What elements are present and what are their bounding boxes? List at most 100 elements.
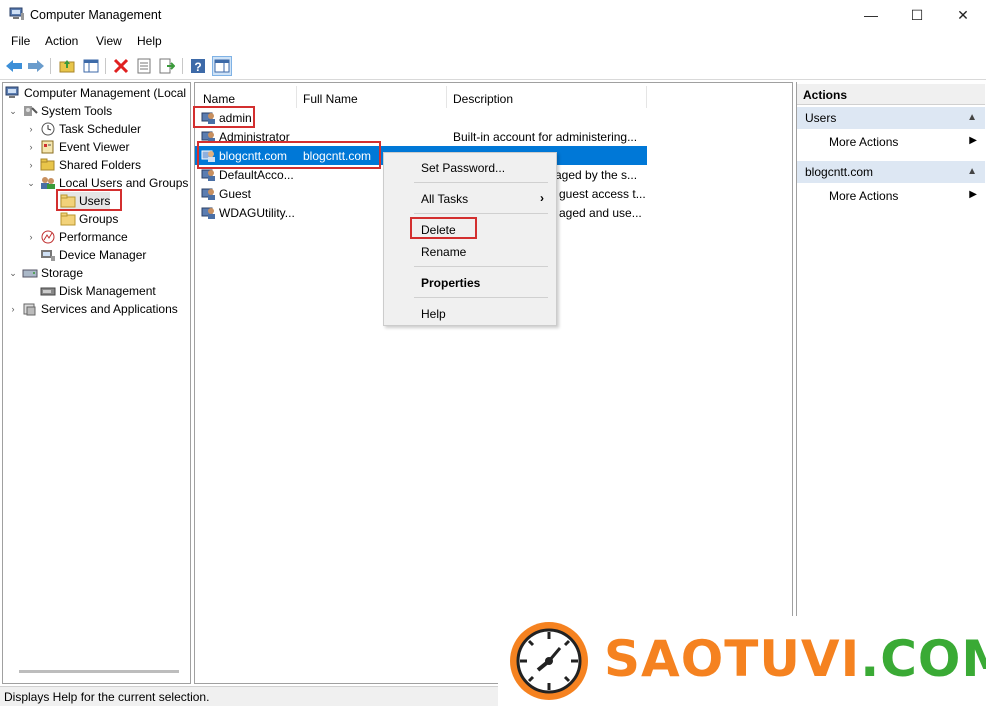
computer-management-icon bbox=[5, 86, 19, 98]
user-description: Built-in account for administering... bbox=[453, 130, 638, 144]
tree-item-storage[interactable]: ⌄ Storage bbox=[7, 264, 83, 282]
more-actions-blogcntt[interactable]: More Actions ▶ bbox=[797, 185, 985, 207]
shared-folder-icon bbox=[40, 158, 55, 171]
back-arrow-icon bbox=[6, 60, 22, 72]
storage-icon bbox=[22, 269, 38, 278]
maximize-button[interactable]: ☐ bbox=[894, 0, 940, 30]
submenu-arrow-icon: ▶ bbox=[969, 135, 977, 146]
actions-pane: Actions Users ▲ More Actions ▶ blogcntt.… bbox=[796, 82, 986, 616]
tree-item-groups[interactable]: Groups bbox=[60, 210, 118, 228]
svg-text:?: ? bbox=[194, 60, 201, 74]
toolbar-separator bbox=[105, 58, 106, 74]
export-list-button[interactable] bbox=[157, 56, 177, 76]
tree-item-task-scheduler[interactable]: › Task Scheduler bbox=[25, 120, 142, 138]
actions-section-users[interactable]: Users ▲ bbox=[797, 107, 985, 129]
toolbar: ? bbox=[0, 52, 986, 80]
clock-icon bbox=[41, 122, 55, 136]
tree-item-system-tools[interactable]: ⌄ System Tools bbox=[7, 102, 112, 120]
table-row[interactable]: admin bbox=[195, 108, 647, 127]
show-hide-action-pane-button[interactable] bbox=[212, 56, 232, 76]
chevron-right-icon[interactable]: › bbox=[25, 160, 37, 170]
user-description: guest access t... bbox=[559, 187, 646, 201]
user-name: Guest bbox=[219, 187, 252, 201]
console-tree[interactable]: Computer Management (Local ⌄ System Tool… bbox=[2, 82, 191, 684]
menu-item-label: Properties bbox=[421, 276, 481, 290]
tree-item-label: Performance bbox=[59, 230, 128, 244]
tree-item-disk-management[interactable]: Disk Management bbox=[40, 282, 156, 300]
chevron-right-icon[interactable]: › bbox=[7, 304, 19, 314]
menu-separator bbox=[414, 213, 548, 214]
menu-item-rename[interactable]: Rename bbox=[384, 241, 556, 261]
chevron-right-icon: › bbox=[540, 191, 544, 205]
menu-bar: File Action View Help bbox=[0, 30, 986, 52]
column-header-description[interactable]: Description bbox=[445, 86, 647, 108]
menu-file[interactable]: File bbox=[11, 34, 30, 48]
tree-item-device-manager[interactable]: Device Manager bbox=[40, 246, 146, 264]
actions-section-blogcntt[interactable]: blogcntt.com ▲ bbox=[797, 161, 985, 183]
menu-item-help[interactable]: Help bbox=[384, 303, 556, 323]
help-toolbar-button[interactable]: ? bbox=[188, 56, 208, 76]
up-one-level-button[interactable] bbox=[57, 56, 77, 76]
tree-item-label: System Tools bbox=[41, 104, 113, 118]
horizontal-scrollbar[interactable] bbox=[19, 670, 179, 673]
system-tools-icon bbox=[24, 106, 38, 116]
user-name: DefaultAcco... bbox=[219, 168, 294, 182]
chevron-right-icon[interactable]: › bbox=[25, 142, 37, 152]
more-actions-label: More Actions bbox=[829, 135, 899, 149]
chevron-down-icon[interactable]: ⌄ bbox=[7, 106, 19, 117]
toolbar-separator bbox=[182, 58, 183, 74]
tree-item-label: Storage bbox=[41, 266, 84, 280]
tree-item-shared-folders[interactable]: › Shared Folders bbox=[25, 156, 142, 174]
menu-help[interactable]: Help bbox=[137, 34, 162, 48]
collapse-icon[interactable]: ▲ bbox=[967, 166, 977, 177]
menu-item-all-tasks[interactable]: All Tasks › bbox=[384, 188, 556, 208]
more-actions-label: More Actions bbox=[829, 189, 899, 203]
computer-management-icon bbox=[9, 7, 24, 20]
menu-action[interactable]: Action bbox=[45, 34, 78, 48]
chevron-right-icon[interactable]: › bbox=[25, 124, 37, 134]
minimize-button[interactable]: — bbox=[848, 0, 894, 30]
disk-icon bbox=[40, 287, 56, 296]
submenu-arrow-icon: ▶ bbox=[969, 189, 977, 200]
tree-item-computer-management[interactable]: Computer Management (Local bbox=[5, 84, 186, 102]
tree-item-event-viewer[interactable]: › Event Viewer bbox=[25, 138, 130, 156]
show-hide-console-tree-button[interactable] bbox=[81, 56, 101, 76]
menu-separator bbox=[414, 297, 548, 298]
column-header-full-name[interactable]: Full Name bbox=[295, 86, 447, 108]
user-description: aged by the s... bbox=[555, 168, 638, 182]
close-button[interactable]: ✕ bbox=[940, 0, 986, 30]
event-viewer-icon bbox=[41, 140, 54, 154]
forward-arrow-icon bbox=[28, 60, 44, 72]
title-bar: Computer Management — ☐ ✕ bbox=[0, 0, 986, 30]
menu-item-label: Help bbox=[421, 307, 446, 321]
maximize-icon: ☐ bbox=[910, 6, 924, 23]
show-hide-tree-icon bbox=[83, 59, 99, 73]
chevron-down-icon[interactable]: ⌄ bbox=[25, 178, 37, 189]
user-icon bbox=[201, 169, 215, 181]
forward-button[interactable] bbox=[26, 56, 46, 76]
more-actions-users[interactable]: More Actions ▶ bbox=[797, 131, 985, 153]
delete-toolbar-button[interactable] bbox=[111, 56, 131, 76]
chevron-right-icon[interactable]: › bbox=[25, 232, 37, 242]
menu-item-properties[interactable]: Properties bbox=[384, 272, 556, 292]
collapse-icon[interactable]: ▲ bbox=[967, 112, 977, 123]
menu-view[interactable]: View bbox=[96, 34, 122, 48]
section-label: blogcntt.com bbox=[805, 165, 874, 179]
menu-item-set-password[interactable]: Set Password... bbox=[384, 157, 556, 177]
tree-item-label: Computer Management (Local bbox=[24, 86, 187, 100]
actions-pane-title: Actions bbox=[797, 84, 985, 105]
delete-highlight-box bbox=[410, 217, 477, 239]
tree-item-services-and-applications[interactable]: › Services and Applications bbox=[7, 300, 178, 318]
toolbar-separator bbox=[50, 58, 51, 74]
tree-item-label: Task Scheduler bbox=[59, 122, 142, 136]
properties-icon bbox=[137, 58, 151, 74]
device-manager-icon bbox=[41, 250, 55, 261]
column-header-name[interactable]: Name bbox=[195, 86, 297, 108]
chevron-down-icon[interactable]: ⌄ bbox=[7, 268, 19, 279]
menu-item-label: All Tasks bbox=[421, 192, 469, 206]
tree-item-performance[interactable]: › Performance bbox=[25, 228, 128, 246]
watermark-part2: .COM bbox=[860, 630, 986, 688]
properties-toolbar-button[interactable] bbox=[134, 56, 154, 76]
back-button[interactable] bbox=[4, 56, 24, 76]
tree-item-label: Disk Management bbox=[59, 284, 156, 298]
